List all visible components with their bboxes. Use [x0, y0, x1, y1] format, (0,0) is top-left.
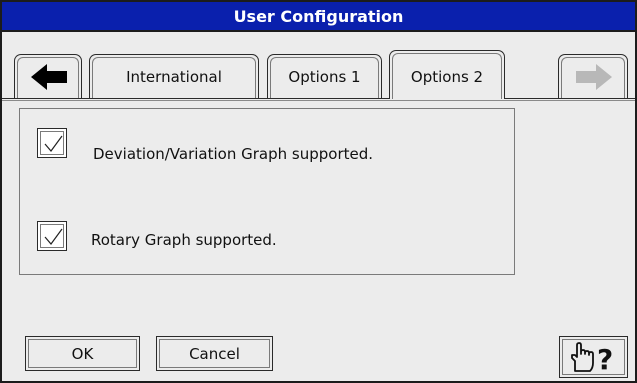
tab-options-1-label: Options 1: [288, 68, 361, 86]
deviation-graph-label: Deviation/Variation Graph supported.: [93, 145, 374, 163]
tab-strip-border: [2, 98, 635, 99]
help-button[interactable]: ?: [559, 336, 628, 378]
ok-button[interactable]: OK: [25, 336, 140, 371]
prev-tab-button[interactable]: [14, 54, 82, 99]
tab-options-2-label: Options 2: [410, 68, 484, 86]
svg-text:?: ?: [597, 343, 613, 373]
pointing-hand-question-icon: ?: [568, 341, 622, 377]
options-group: Deviation/Variation Graph supported. Rot…: [19, 108, 515, 275]
next-tab-button[interactable]: [558, 54, 628, 99]
tab-international[interactable]: International: [89, 54, 259, 99]
tab-international-label: International: [126, 68, 222, 86]
cancel-button-label: Cancel: [189, 345, 240, 363]
right-arrow-icon: [574, 63, 614, 95]
tab-strip-border-inner: [2, 100, 635, 101]
rotary-graph-label: Rotary Graph supported.: [91, 231, 277, 249]
title-bar: User Configuration: [2, 2, 635, 32]
checkmark-icon: [44, 135, 63, 152]
tab-options-2[interactable]: Options 2: [389, 50, 505, 99]
user-configuration-window: User Configuration International Options…: [0, 0, 637, 383]
rotary-graph-checkbox[interactable]: [37, 221, 67, 251]
tab-options-1[interactable]: Options 1: [267, 54, 382, 99]
cancel-button[interactable]: Cancel: [156, 336, 273, 371]
deviation-graph-checkbox[interactable]: [37, 128, 67, 158]
ok-button-label: OK: [71, 345, 94, 363]
checkmark-icon: [44, 228, 63, 245]
left-arrow-icon: [29, 63, 69, 95]
